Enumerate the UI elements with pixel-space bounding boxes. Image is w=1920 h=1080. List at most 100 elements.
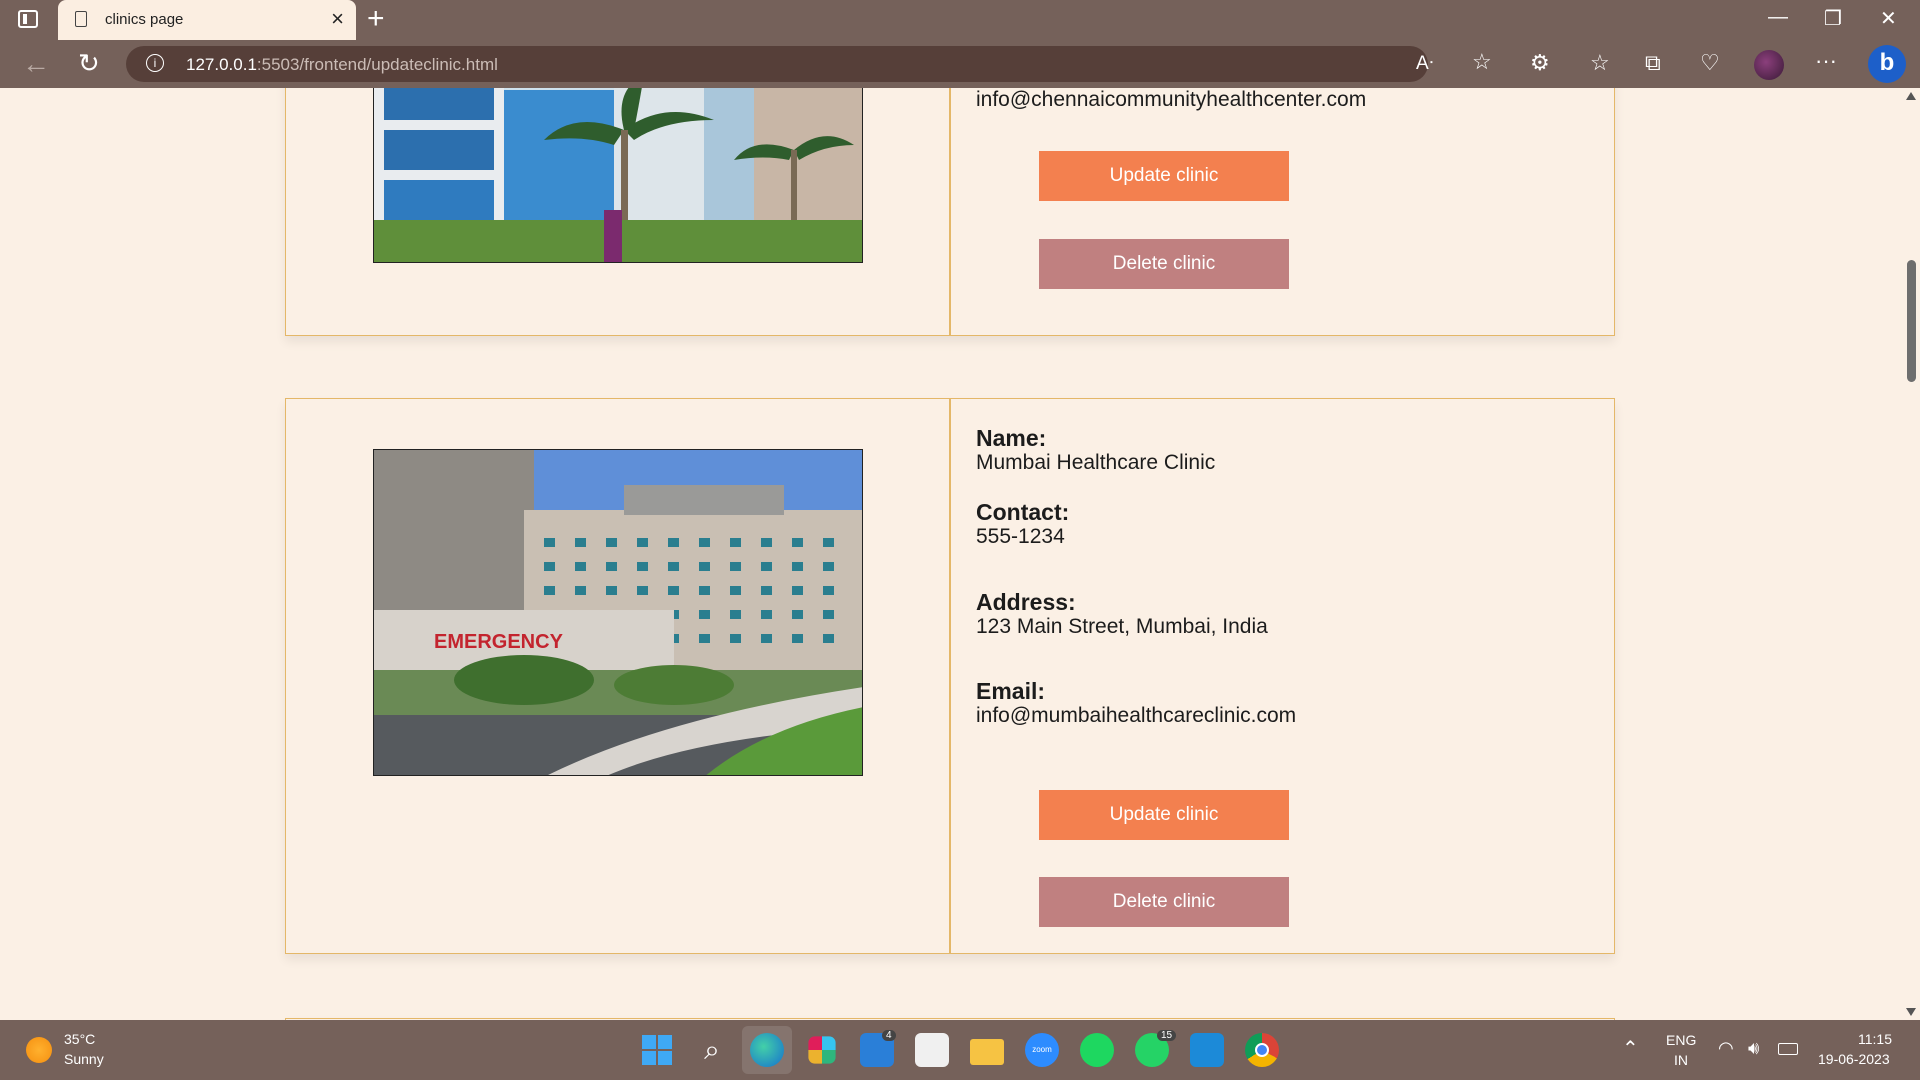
- file-explorer-icon[interactable]: [970, 1039, 1004, 1065]
- building-window: [730, 610, 741, 619]
- building-window: [792, 586, 803, 595]
- close-tab-icon[interactable]: ×: [331, 7, 344, 31]
- contact-label: Contact:: [976, 499, 1070, 525]
- site-info-icon[interactable]: i: [146, 54, 164, 72]
- zoom-icon[interactable]: zoom: [1025, 1033, 1059, 1067]
- back-icon[interactable]: ←: [22, 48, 50, 80]
- building-window: [544, 538, 555, 547]
- page-icon: [75, 11, 87, 27]
- url-text[interactable]: 127.0.0.1:5503/frontend/updateclinic.htm…: [186, 55, 498, 75]
- microsoft-store-icon[interactable]: [915, 1033, 949, 1067]
- building-window: [761, 634, 772, 643]
- new-tab-icon[interactable]: +: [367, 3, 385, 35]
- active-tab[interactable]: clinics page ×: [58, 0, 356, 40]
- building-window: [637, 538, 648, 547]
- card-divider: [949, 399, 951, 953]
- chrome-icon[interactable]: [1245, 1033, 1279, 1067]
- delete-clinic-button[interactable]: Delete clinic: [1039, 877, 1289, 927]
- extensions-icon[interactable]: ⚙: [1530, 50, 1550, 76]
- favorites-icon[interactable]: ☆: [1590, 50, 1610, 76]
- building-window: [699, 610, 710, 619]
- read-aloud-icon[interactable]: Aᐧ: [1416, 52, 1434, 75]
- address-toolbar: ← ↻ i 127.0.0.1:5503/frontend/updateclin…: [0, 40, 1920, 88]
- building-window: [761, 562, 772, 571]
- mail-badge: 4: [882, 1030, 896, 1041]
- scroll-down-icon[interactable]: [1906, 1008, 1916, 1016]
- clock-date[interactable]: 19-06-2023: [1818, 1051, 1890, 1067]
- slack-icon[interactable]: [808, 1036, 836, 1064]
- language-indicator[interactable]: ENG: [1666, 1032, 1696, 1048]
- emergency-sign: EMERGENCY: [434, 631, 564, 653]
- clinic-card: EMERGENCY Name: Mumbai Healthcare Clinic…: [285, 398, 1615, 954]
- building-window: [792, 538, 803, 547]
- building-window: [823, 586, 834, 595]
- building-window: [575, 538, 586, 547]
- building-window: [730, 562, 741, 571]
- building-window: [637, 586, 648, 595]
- clock-time[interactable]: 11:15: [1858, 1031, 1892, 1047]
- building-window: [575, 562, 586, 571]
- clinic-email: info@chennaicommunityhealthcenter.com: [976, 88, 1367, 111]
- page-scrollbar[interactable]: [1902, 88, 1920, 1020]
- building-window: [730, 586, 741, 595]
- building-window: [792, 610, 803, 619]
- building-window: [699, 586, 710, 595]
- building-window: [668, 562, 679, 571]
- url-path: :5503/frontend/updateclinic.html: [256, 55, 498, 74]
- clinic-photo: [373, 88, 863, 263]
- address-label: Address:: [976, 589, 1076, 615]
- clinic-name: Mumbai Healthcare Clinic: [976, 451, 1216, 474]
- update-clinic-button[interactable]: Update clinic: [1039, 151, 1289, 201]
- building-window: [730, 634, 741, 643]
- battery-icon[interactable]: [1778, 1043, 1798, 1055]
- clinic-contact: 555-1234: [976, 525, 1065, 548]
- building-window: [761, 610, 772, 619]
- building-window: [606, 538, 617, 547]
- more-menu-icon[interactable]: ···: [1815, 48, 1837, 74]
- browser-essentials-icon[interactable]: ♡: [1700, 50, 1720, 76]
- tab-actions-icon[interactable]: [18, 10, 38, 28]
- bing-copilot-icon[interactable]: b: [1868, 45, 1906, 83]
- refresh-icon[interactable]: ↻: [78, 48, 100, 79]
- building-window: [792, 634, 803, 643]
- restore-icon[interactable]: ❐: [1824, 6, 1842, 31]
- windows-taskbar: 35°C Sunny ⌕ 4 zoom 15 ⌃ ENG IN ◠ 🔊︎ 11:…: [0, 1020, 1920, 1080]
- volume-icon[interactable]: 🔊︎: [1748, 1038, 1759, 1059]
- scroll-thumb[interactable]: [1907, 260, 1916, 382]
- building-window: [699, 538, 710, 547]
- collections-icon[interactable]: ⧉: [1645, 50, 1661, 76]
- browser-tab-bar: clinics page × + — ❐ ✕: [0, 0, 1920, 40]
- weather-description[interactable]: Sunny: [64, 1051, 104, 1067]
- building-window: [606, 562, 617, 571]
- edge-browser-icon[interactable]: [750, 1033, 784, 1067]
- email-label: Email:: [976, 678, 1046, 704]
- building-window: [544, 562, 555, 571]
- wifi-icon[interactable]: ◠: [1718, 1038, 1734, 1059]
- search-icon[interactable]: ⌕: [695, 1033, 729, 1067]
- building-window: [637, 562, 648, 571]
- building-window: [761, 586, 772, 595]
- start-menu-icon[interactable]: [640, 1033, 674, 1067]
- scroll-up-icon[interactable]: [1906, 92, 1916, 100]
- favorite-star-icon[interactable]: ☆: [1472, 49, 1492, 75]
- card-divider: [949, 88, 951, 335]
- building-window: [730, 538, 741, 547]
- building-window: [668, 586, 679, 595]
- update-clinic-button[interactable]: Update clinic: [1039, 790, 1289, 840]
- hospital-building-image: [374, 88, 862, 262]
- delete-clinic-button[interactable]: Delete clinic: [1039, 239, 1289, 289]
- chevron-up-icon[interactable]: ⌃: [1622, 1036, 1639, 1061]
- weather-temperature[interactable]: 35°C: [64, 1031, 95, 1047]
- building-window: [699, 562, 710, 571]
- building-window: [575, 586, 586, 595]
- spotify-icon[interactable]: [1080, 1033, 1114, 1067]
- profile-avatar[interactable]: [1754, 50, 1784, 80]
- weather-sun-icon[interactable]: [26, 1037, 52, 1063]
- vscode-icon[interactable]: [1190, 1033, 1224, 1067]
- url-bar[interactable]: i 127.0.0.1:5503/frontend/updateclinic.h…: [126, 46, 1492, 82]
- region-indicator[interactable]: IN: [1674, 1052, 1688, 1068]
- minimize-icon[interactable]: —: [1768, 6, 1788, 29]
- close-window-icon[interactable]: ✕: [1880, 6, 1897, 31]
- tab-title: clinics page: [105, 11, 184, 28]
- url-host: 127.0.0.1: [186, 55, 257, 74]
